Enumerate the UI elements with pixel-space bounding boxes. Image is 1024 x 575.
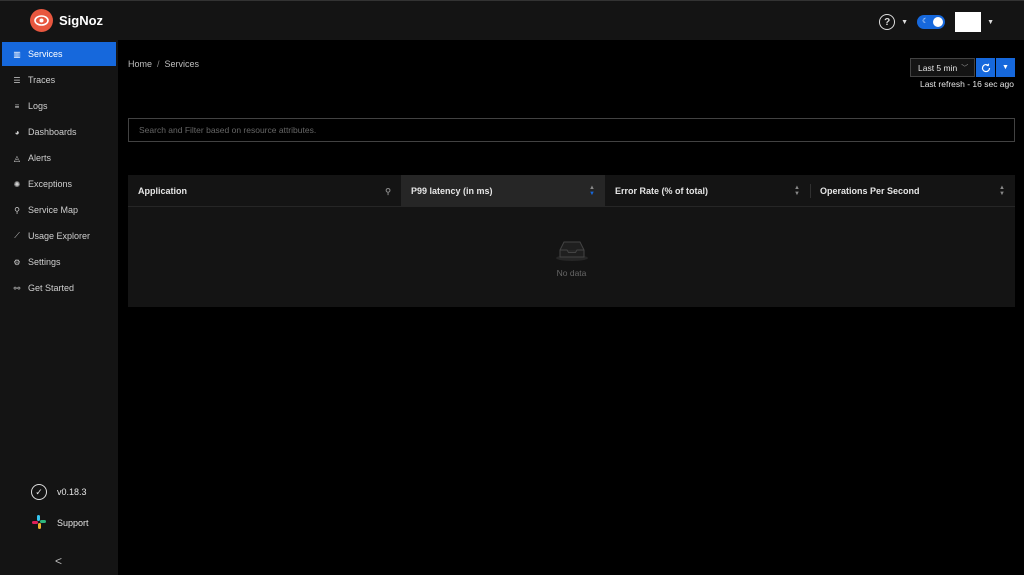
version-label: v0.18.3 <box>57 487 87 497</box>
time-range-select[interactable]: Last 5 min ﹀ <box>910 58 975 77</box>
settings-icon: ⚙ <box>13 257 21 267</box>
sort-icon[interactable]: ▲ ▼ <box>794 185 800 197</box>
last-refresh-text: Last refresh - 16 sec ago <box>919 79 1014 89</box>
sidebar-item-label: Alerts <box>28 153 52 163</box>
resource-attribute-search-input[interactable]: Search and Filter based on resource attr… <box>128 118 1015 142</box>
header-actions: ? ▼ ☾ ▼ <box>879 12 994 32</box>
sidebar-item-label: Traces <box>28 75 56 85</box>
column-header-p99-latency[interactable]: P99 latency (in ms) ▲ ▼ <box>401 175 605 207</box>
empty-state-text: No data <box>556 267 587 278</box>
deployment-icon: ⚲ <box>14 205 20 215</box>
collapse-sidebar-icon[interactable]: < <box>55 554 62 568</box>
top-header: SigNoz ? ▼ ☾ ▼ <box>0 0 1024 40</box>
sidebar-item-label: Services <box>28 49 63 59</box>
breadcrumb-home[interactable]: Home <box>128 59 152 69</box>
sidebar-item-label: Dashboards <box>28 127 77 137</box>
sidebar-item-label: Exceptions <box>28 179 73 189</box>
sidebar-item-alerts[interactable]: ◬ Alerts <box>2 146 116 170</box>
menu-icon: ☰ <box>13 75 21 85</box>
table-header: Application ⚲ P99 latency (in ms) ▲ ▼ Err… <box>128 175 1015 207</box>
sort-icon[interactable]: ▲ ▼ <box>999 185 1005 197</box>
bell-icon: ◬ <box>13 153 21 163</box>
sidebar-item-services[interactable]: ▥ Services <box>2 42 116 66</box>
check-circle-icon: ✓ <box>31 484 47 500</box>
toggle-knob <box>933 17 944 27</box>
profile-dropdown-caret-icon[interactable]: ▼ <box>987 19 994 26</box>
bar-chart-icon: ▥ <box>13 49 21 59</box>
sidebar-item-label: Settings <box>28 257 61 267</box>
chevron-down-icon: ﹀ <box>961 64 969 72</box>
time-range-value: Last 5 min <box>918 62 958 73</box>
column-header-error-rate[interactable]: Error Rate (% of total) ▲ ▼ <box>605 175 810 207</box>
sidebar-item-usage-explorer[interactable]: ⟋ Usage Explorer <box>2 224 116 248</box>
moon-icon: ☾ <box>922 18 929 25</box>
sidebar-item-exceptions[interactable]: ✺ Exceptions <box>2 172 116 196</box>
column-header-operations-per-second[interactable]: Operations Per Second ▲ ▼ <box>810 175 1015 207</box>
brand-name: SigNoz <box>59 13 104 28</box>
sidebar-item-get-started[interactable]: ⚯ Get Started <box>2 276 116 300</box>
version-indicator[interactable]: ✓ v0.18.3 <box>31 484 87 500</box>
refresh-button[interactable] <box>976 58 995 77</box>
breadcrumb: Home / Services <box>128 59 200 69</box>
sync-icon <box>981 63 990 72</box>
dashboard-icon: ◕ <box>14 127 20 137</box>
breadcrumb-current: Services <box>164 59 200 69</box>
signoz-logo-icon <box>30 9 53 32</box>
services-table: Application ⚲ P99 latency (in ms) ▲ ▼ Err… <box>128 175 1015 307</box>
align-left-icon: ≡ <box>14 101 20 111</box>
slack-icon <box>31 514 47 532</box>
help-icon[interactable]: ? <box>879 14 896 30</box>
sidebar: ▥ Services ☰ Traces ≡ Logs ◕ Dashboards … <box>0 40 118 575</box>
help-dropdown-caret-icon[interactable]: ▼ <box>901 19 908 26</box>
avatar[interactable] <box>955 12 982 32</box>
sidebar-item-settings[interactable]: ⚙ Settings <box>2 250 116 274</box>
empty-inbox-icon <box>555 241 588 261</box>
column-header-application[interactable]: Application ⚲ <box>128 175 401 207</box>
sidebar-item-label: Service Map <box>28 205 79 215</box>
support-link[interactable]: Support <box>31 514 89 532</box>
line-chart-icon: ⟋ <box>14 231 20 240</box>
sidebar-item-label: Get Started <box>28 283 75 293</box>
refresh-options-button[interactable]: ▼ <box>996 58 1015 77</box>
sidebar-item-traces[interactable]: ☰ Traces <box>2 68 116 92</box>
api-icon: ⚯ <box>13 283 21 293</box>
sidebar-item-label: Usage Explorer <box>28 231 91 241</box>
sort-icon[interactable]: ▲ ▼ <box>589 185 595 197</box>
empty-state: No data <box>128 208 1015 307</box>
sidebar-item-dashboards[interactable]: ◕ Dashboards <box>2 120 116 144</box>
sidebar-item-service-map[interactable]: ⚲ Service Map <box>2 198 116 222</box>
bug-icon: ✺ <box>13 179 21 189</box>
theme-toggle[interactable]: ☾ <box>917 15 946 29</box>
sidebar-item-label: Logs <box>28 101 48 111</box>
sidebar-item-logs[interactable]: ≡ Logs <box>2 94 116 118</box>
caret-down-icon: ▼ <box>1002 64 1009 71</box>
support-label: Support <box>57 518 89 528</box>
search-icon[interactable]: ⚲ <box>385 187 391 196</box>
brand[interactable]: SigNoz <box>30 9 103 32</box>
